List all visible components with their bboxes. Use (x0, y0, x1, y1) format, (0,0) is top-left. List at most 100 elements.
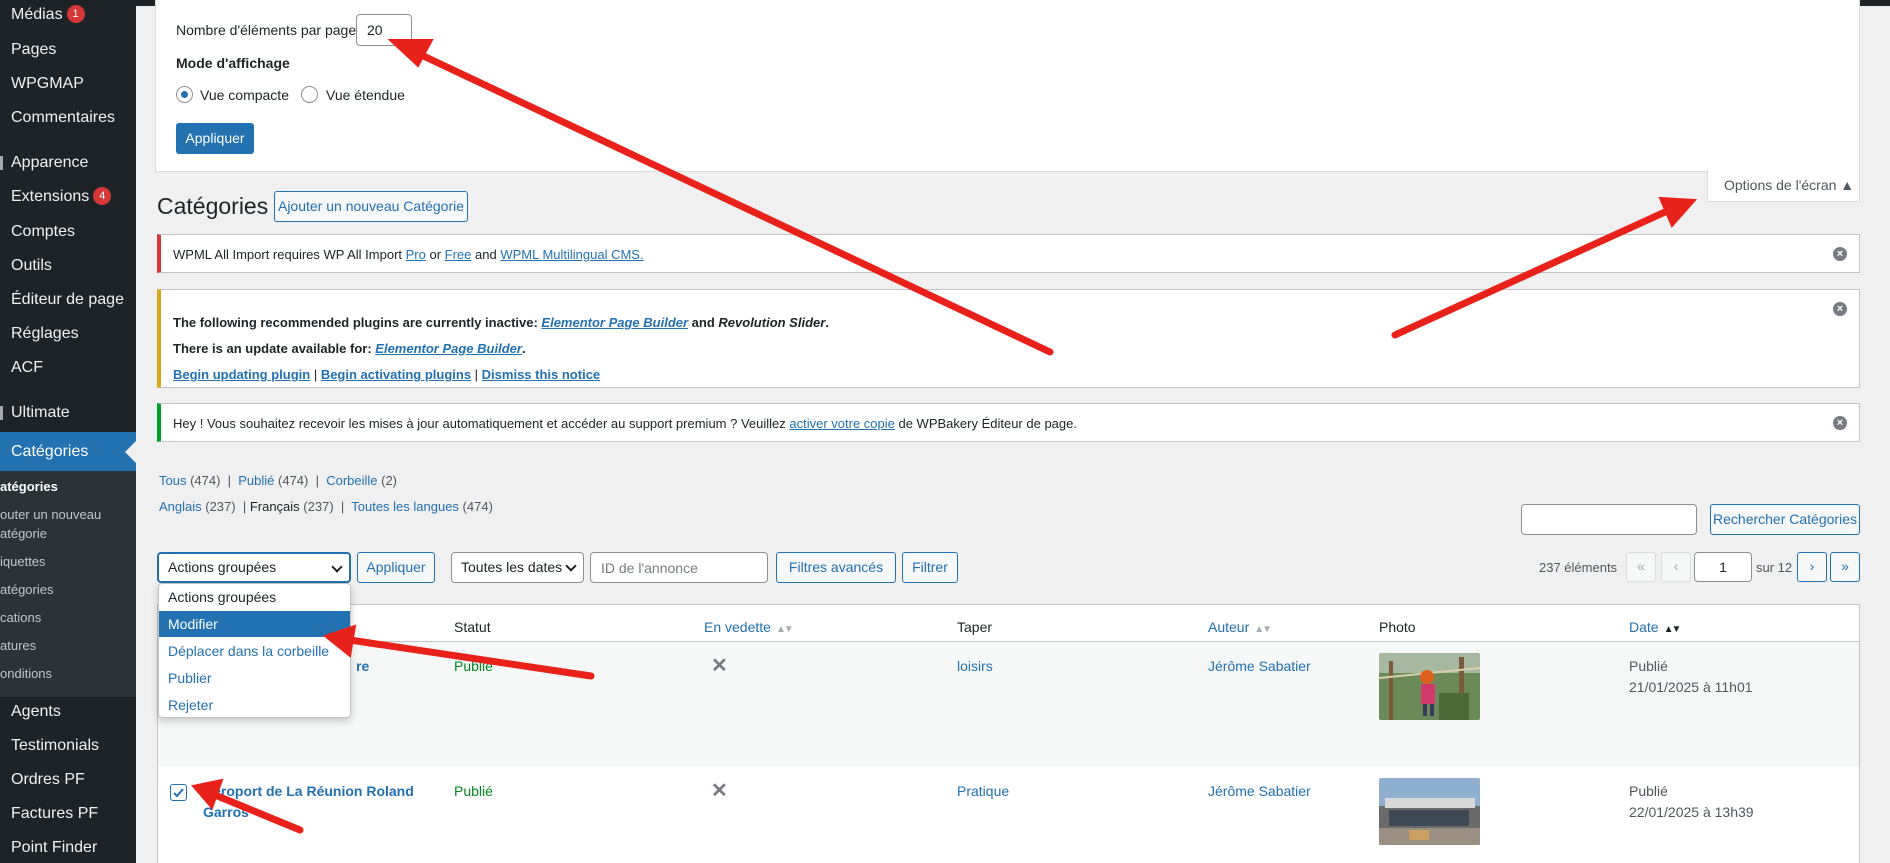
sidebar-item-reglages[interactable]: Réglages (0, 319, 136, 349)
row-type-link[interactable]: Pratique (957, 781, 1009, 801)
lang-french-current: Français (249, 499, 300, 514)
per-page-label: Nombre d'éléments par page : (176, 22, 364, 38)
sidebar-item-outils[interactable]: Outils (0, 251, 136, 281)
sidebar-item-ordres-pf[interactable]: Ordres PF (0, 765, 136, 795)
submenu-item-locations[interactable]: cations (0, 608, 136, 627)
row-type-link[interactable]: loisirs (957, 656, 993, 676)
date-filter-select[interactable]: Toutes les dates (451, 552, 584, 583)
last-page-button[interactable]: » (1830, 552, 1860, 582)
row-checkbox[interactable] (170, 784, 187, 801)
table-row: Aéroport de La Réunion Roland Garros Pub… (158, 767, 1859, 863)
search-input[interactable] (1521, 504, 1697, 535)
sort-icon: ▲▼ (775, 624, 794, 635)
elementor-link[interactable]: Elementor Page Builder (541, 315, 688, 330)
bulk-apply-button[interactable]: Appliquer (357, 552, 435, 583)
bulk-option-reject[interactable]: Rejeter (159, 692, 350, 718)
categories-table: Statut En vedette ▲▼ Taper Auteur ▲▼ Photo… (157, 604, 1860, 863)
begin-updating-link[interactable]: Begin updating plugin (173, 367, 310, 382)
wpml-cms-link[interactable]: WPML Multilingual CMS. (500, 247, 643, 262)
begin-activating-link[interactable]: Begin activating plugins (321, 367, 471, 382)
sidebar-item-editeur-de-page[interactable]: Éditeur de page (0, 285, 136, 315)
sidebar-item-categories[interactable]: Catégories (0, 432, 136, 471)
advanced-filters-button[interactable]: Filtres avancés (776, 552, 896, 583)
bulk-actions-select[interactable]: Actions groupées (157, 552, 351, 583)
sidebar-submenu: atégories outer un nouveau atégorie ique… (0, 471, 136, 697)
elementor-update-link[interactable]: Elementor Page Builder (375, 341, 522, 356)
row-photo[interactable] (1379, 653, 1480, 720)
dismiss-icon[interactable]: × (1833, 416, 1847, 430)
submenu-item-conditions[interactable]: onditions (0, 664, 136, 683)
submenu-item-add-new-line2[interactable]: atégorie (0, 524, 136, 543)
bulk-actions-value: Actions groupées (168, 559, 277, 575)
compact-view-label[interactable]: Vue compacte (200, 87, 289, 103)
submenu-item-add-new[interactable]: outer un nouveau (0, 505, 136, 524)
not-featured-icon[interactable]: ✕ (711, 781, 728, 801)
view-trash-link[interactable]: Corbeille (326, 473, 377, 488)
bulk-option-edit[interactable]: Modifier (159, 611, 350, 637)
view-published-link[interactable]: Publié (238, 473, 274, 488)
sidebar-item-label: WPGMAP (11, 75, 84, 92)
extended-view-radio[interactable] (301, 86, 318, 103)
column-date[interactable]: Date ▲▼ (1629, 619, 1681, 635)
search-categories-button[interactable]: Rechercher Catégories (1710, 504, 1860, 535)
filter-button[interactable]: Filtrer (902, 552, 958, 583)
row-photo[interactable] (1379, 778, 1480, 845)
language-filter-links: Anglais (237) | Français (237) | Toutes … (159, 499, 493, 514)
lang-english-link[interactable]: Anglais (159, 499, 202, 514)
view-all-link[interactable]: Tous (159, 473, 186, 488)
sidebar-item-ultimate[interactable]: Ultimate (0, 398, 136, 428)
not-featured-icon[interactable]: ✕ (711, 656, 728, 676)
activate-copy-link[interactable]: activer votre copie (789, 416, 895, 431)
sidebar-item-acf[interactable]: ACF (0, 353, 136, 383)
sidebar-item-factures-pf[interactable]: Factures PF (0, 799, 136, 829)
total-pages-label: sur 12 (1756, 560, 1793, 575)
sidebar-item-point-finder[interactable]: Point Finder (0, 833, 136, 863)
sidebar-item-comptes[interactable]: Comptes (0, 217, 136, 247)
current-menu-arrow-icon (125, 441, 136, 463)
row-title-link-line2[interactable]: Garros (203, 802, 249, 822)
first-page-button[interactable]: « (1626, 552, 1656, 582)
bulk-option-publish[interactable]: Publier (159, 665, 350, 691)
dismiss-icon[interactable]: × (1833, 247, 1847, 261)
current-page-input[interactable]: 1 (1694, 552, 1752, 582)
column-author[interactable]: Auteur ▲▼ (1208, 619, 1272, 635)
submenu-item-categories-2[interactable]: atégories (0, 580, 136, 599)
sidebar-item-commentaires[interactable]: Commentaires (0, 103, 136, 133)
sidebar-item-agents[interactable]: Agents (0, 697, 136, 727)
sidebar-item-testimonials[interactable]: Testimonials (0, 731, 136, 761)
listing-id-input[interactable]: ID de l'annonce (590, 552, 768, 583)
dismiss-icon[interactable]: × (1833, 302, 1847, 316)
sidebar-item-pages[interactable]: Pages (0, 35, 136, 65)
bulk-option-default[interactable]: Actions groupées (159, 584, 350, 610)
sidebar-item-apparence[interactable]: Apparence (0, 148, 136, 178)
ultimate-icon (0, 406, 3, 420)
column-status: Statut (454, 619, 491, 635)
row-author-link[interactable]: Jérôme Sabatier (1208, 656, 1311, 676)
sidebar-item-label: Ordres PF (11, 771, 85, 788)
wpbakery-notice: Hey ! Vous souhaitez recevoir les mises … (157, 403, 1860, 442)
add-new-category-button[interactable]: Ajouter un nouveau Catégorie (274, 191, 468, 222)
row-title-link[interactable]: re (356, 656, 369, 676)
notice-line-inactive: The following recommended plugins are cu… (173, 315, 829, 330)
extended-view-label[interactable]: Vue étendue (326, 87, 405, 103)
column-featured[interactable]: En vedette ▲▼ (704, 619, 794, 635)
per-page-input[interactable]: 20 (356, 14, 412, 46)
screen-options-tab[interactable]: Options de l'écran ▲ (1707, 170, 1860, 202)
compact-view-radio[interactable] (176, 86, 193, 103)
row-author-link[interactable]: Jérôme Sabatier (1208, 781, 1311, 801)
sidebar-item-extensions[interactable]: Extensions 4 (0, 182, 136, 212)
submenu-item-features[interactable]: atures (0, 636, 136, 655)
free-link[interactable]: Free (445, 247, 472, 262)
dismiss-notice-link[interactable]: Dismiss this notice (482, 367, 600, 382)
sidebar-item-medias[interactable]: Médias 1 (0, 0, 136, 30)
screen-options-apply-button[interactable]: Appliquer (176, 123, 254, 154)
bulk-option-trash[interactable]: Déplacer dans la corbeille (159, 638, 350, 664)
row-title-link[interactable]: Aéroport de La Réunion Roland (203, 781, 414, 801)
submenu-item-etiquettes[interactable]: iquettes (0, 552, 136, 571)
next-page-button[interactable]: › (1797, 552, 1827, 582)
sidebar-item-wpgmap[interactable]: WPGMAP (0, 69, 136, 99)
prev-page-button[interactable]: ‹ (1661, 552, 1691, 582)
pro-link[interactable]: Pro (406, 247, 426, 262)
lang-all-link[interactable]: Toutes les langues (351, 499, 459, 514)
submenu-item-categories[interactable]: atégories (0, 477, 136, 496)
